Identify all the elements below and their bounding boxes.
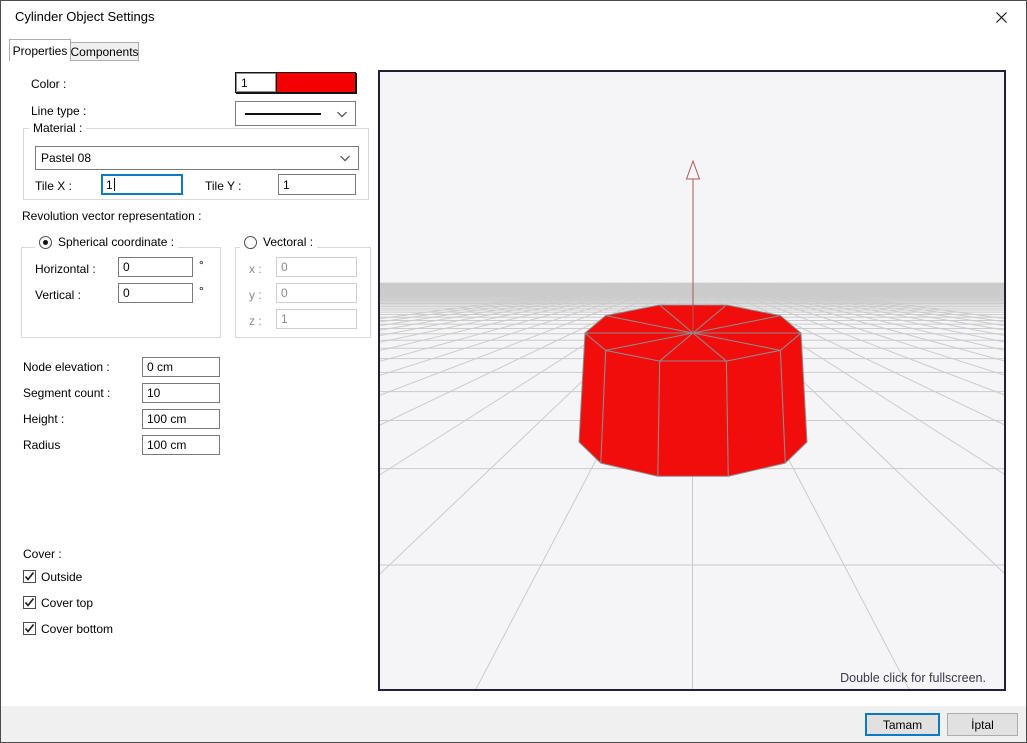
- check-icon: [24, 598, 35, 607]
- tab-components[interactable]: Components: [70, 42, 139, 61]
- color-picker[interactable]: 1: [235, 72, 356, 93]
- line-type-dropdown[interactable]: [235, 101, 356, 126]
- chevron-down-icon: [340, 155, 350, 162]
- outside-checkbox[interactable]: [23, 570, 36, 583]
- close-button[interactable]: [988, 7, 1014, 27]
- node-elevation-label: Node elevation :: [23, 360, 110, 374]
- degree-symbol: °: [199, 284, 204, 298]
- cover-bottom-label: Cover bottom: [41, 622, 114, 636]
- revolution-label: Revolution vector representation :: [22, 209, 202, 223]
- material-value: Pastel 08: [41, 151, 92, 165]
- cover-top-label: Cover top: [41, 596, 94, 610]
- window-title: Cylinder Object Settings: [15, 9, 155, 24]
- cover-bottom-checkbox[interactable]: [23, 622, 36, 635]
- vertical-input[interactable]: 0: [118, 283, 193, 303]
- material-dropdown[interactable]: Pastel 08: [35, 146, 359, 170]
- radius-label: Radius: [23, 438, 61, 452]
- cancel-button[interactable]: İptal: [947, 713, 1018, 736]
- line-type-label: Line type :: [31, 104, 87, 118]
- tile-y-input[interactable]: 1: [278, 174, 356, 195]
- degree-symbol: °: [199, 258, 204, 272]
- z-label: z :: [249, 314, 262, 328]
- cylinder-3d-scene: [1, 159, 1026, 742]
- height-label: Height :: [23, 412, 65, 426]
- tile-y-label: Tile Y :: [205, 179, 242, 193]
- x-input: 0: [276, 257, 357, 277]
- spherical-legend: Spherical coordinate :: [35, 235, 179, 249]
- spherical-radio[interactable]: [39, 235, 52, 249]
- color-label: Color :: [31, 77, 67, 91]
- ok-button[interactable]: Tamam: [865, 713, 940, 736]
- node-elevation-input[interactable]: 0 cm: [142, 357, 220, 377]
- radius-value: 100 cm: [147, 438, 187, 452]
- check-icon: [24, 624, 35, 633]
- height-input[interactable]: 100 cm: [142, 409, 220, 429]
- color-swatch[interactable]: [276, 73, 355, 92]
- cylinder-object-settings-dialog: Cylinder Object Settings Properties Comp…: [0, 0, 1027, 743]
- z-value: 1: [281, 312, 288, 326]
- y-value: 0: [281, 286, 288, 300]
- tab-properties[interactable]: Properties: [9, 39, 71, 61]
- line-style-sample: [245, 112, 321, 115]
- segment-count-input[interactable]: 10: [142, 383, 220, 403]
- horizontal-value: 0: [123, 260, 130, 274]
- tile-y-value: 1: [283, 177, 290, 192]
- text-caret: [113, 178, 115, 191]
- tile-x-input[interactable]: 1: [101, 174, 183, 195]
- color-index-value[interactable]: 1: [236, 73, 276, 92]
- vectoral-legend: Vectoral :: [240, 235, 318, 249]
- vertical-label: Vertical :: [35, 288, 82, 302]
- material-group-label: Material :: [29, 121, 87, 135]
- vectoral-label: Vectoral :: [263, 235, 314, 249]
- vectoral-radio[interactable]: [244, 235, 257, 249]
- y-label: y :: [249, 288, 262, 302]
- spherical-label: Spherical coordinate :: [58, 235, 175, 249]
- vertical-value: 0: [123, 286, 130, 300]
- title-bar: Cylinder Object Settings: [1, 1, 1026, 33]
- button-bar: Tamam İptal: [1, 706, 1026, 742]
- close-icon: [995, 11, 1007, 23]
- height-value: 100 cm: [147, 412, 187, 426]
- horizontal-label: Horizontal :: [35, 262, 96, 276]
- chevron-down-icon: [337, 111, 347, 118]
- y-input: 0: [276, 283, 357, 303]
- cover-top-checkbox[interactable]: [23, 596, 36, 609]
- tile-x-value: 1: [106, 177, 113, 192]
- x-value: 0: [281, 260, 288, 274]
- check-icon: [24, 572, 35, 581]
- z-input: 1: [276, 309, 357, 329]
- fullscreen-hint: Double click for fullscreen.: [840, 671, 986, 685]
- outside-label: Outside: [41, 570, 83, 584]
- segment-count-label: Segment count :: [23, 386, 111, 400]
- segment-count-value: 10: [147, 386, 161, 400]
- cover-label: Cover :: [23, 547, 62, 561]
- x-label: x :: [249, 262, 262, 276]
- radius-input[interactable]: 100 cm: [142, 435, 220, 455]
- node-elevation-value: 0 cm: [147, 360, 174, 374]
- tile-x-label: Tile X :: [35, 179, 72, 193]
- preview-viewport[interactable]: Double click for fullscreen.: [1, 70, 1026, 742]
- horizontal-input[interactable]: 0: [118, 257, 193, 277]
